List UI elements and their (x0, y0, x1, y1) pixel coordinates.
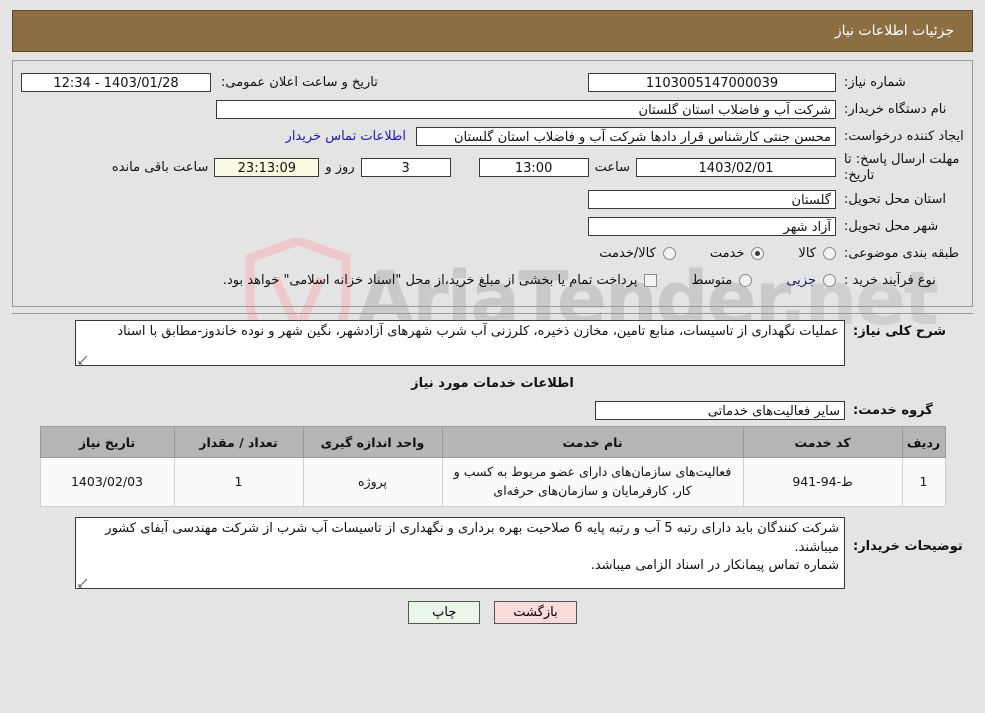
classification-option-khedmat[interactable]: خدمت (710, 246, 765, 261)
row-purchase-type: نوع فرآیند خرید : جزیی متوسط پرداخت تمام… (21, 269, 964, 291)
page-title: جزئیات اطلاعات نیاز (834, 23, 954, 39)
table-header-row: ردیف کد خدمت نام خدمت واحد اندازه گیری ت… (39, 426, 946, 459)
countdown-days-unit: روز و (325, 160, 355, 176)
window-titlebar: جزئیات اطلاعات نیاز (12, 10, 973, 52)
row-classification: طبقه بندی موضوعی: کالا خدمت کالا/خدمت (21, 242, 964, 264)
buyer-org-field[interactable]: شرکت آب و فاضلاب استان گلستان (216, 99, 836, 119)
cell-unit: پروژه (302, 457, 443, 507)
col-unit: واحد اندازه گیری (302, 426, 443, 459)
treasury-checkbox[interactable] (644, 273, 658, 287)
purchase-type-option-motevaset[interactable]: متوسط (691, 272, 753, 288)
col-code: کد خدمت (742, 426, 903, 459)
deadline-label: مهلت ارسال پاسخ: تا تاریخ: (844, 152, 960, 183)
province-field[interactable]: گلستان (588, 189, 836, 209)
row-city: شهر محل تحویل: آزاد شهر (21, 215, 964, 237)
row-description: شرح کلی نیاز: عملیات نگهداری از تاسیسات،… (12, 320, 973, 367)
need-number-field[interactable]: 1103005147000039 (588, 72, 836, 92)
classification-option-label: خدمت (709, 245, 745, 261)
row-service-group: گروه خدمت: سایر فعالیت‌های خدماتی (12, 399, 973, 421)
classification-option-label: کالا (798, 245, 816, 261)
service-group-field[interactable]: سایر فعالیت‌های خدماتی (595, 400, 845, 420)
need-number-label: شماره نیاز: (844, 74, 906, 90)
treasury-note-label: پرداخت تمام یا بخشی از مبلغ خرید،از محل … (222, 272, 638, 288)
cell-code: ط-94-941 (742, 457, 903, 507)
services-table: ردیف کد خدمت نام خدمت واحد اندازه گیری ت… (39, 426, 946, 507)
divider (12, 313, 973, 315)
buyer-org-label: نام دستگاه خریدار: (844, 101, 947, 117)
back-button[interactable]: بازگشت (494, 600, 577, 624)
classification-label: طبقه بندی موضوعی: (844, 245, 960, 261)
radio-jozei-icon[interactable] (823, 273, 836, 287)
countdown-clock-field: 23:13:09 (214, 158, 320, 178)
creator-field[interactable]: محسن جنتی کارشناس قرار دادها شرکت آب و ف… (416, 126, 836, 146)
province-label: استان محل تحویل: (844, 191, 946, 207)
purchase-type-option-label: متوسط (691, 272, 733, 288)
public-announce-label: تاریخ و ساعت اعلان عمومی: (221, 74, 378, 90)
row-creator: ایجاد کننده درخواست: محسن جنتی کارشناس ق… (21, 125, 964, 147)
cell-index: 1 (901, 457, 946, 507)
classification-option-label: کالا/خدمت (599, 245, 656, 261)
row-buyer-org: نام دستگاه خریدار: شرکت آب و فاضلاب استا… (21, 98, 964, 120)
col-quantity: تعداد / مقدار (173, 426, 304, 459)
row-buyer-notes: توضیحات خریدار: شرکت کنندگان باید دارای … (12, 516, 973, 589)
buyer-notes-label: توضیحات خریدار: (853, 538, 963, 554)
row-deadline: مهلت ارسال پاسخ: تا تاریخ: 1403/02/01 سا… (21, 152, 964, 183)
resize-grip-icon (78, 355, 88, 365)
service-group-label: گروه خدمت: (853, 402, 933, 418)
buyer-contact-link[interactable]: اطلاعات تماس خریدار (276, 129, 416, 144)
col-index: ردیف (901, 426, 946, 459)
description-textarea[interactable]: عملیات نگهداری از تاسیسات، منابع تامین، … (75, 320, 845, 367)
cell-name: فعالیت‌های سازمان‌های دارای عضو مربوط به… (441, 457, 744, 507)
print-button[interactable]: چاپ (408, 600, 481, 624)
radio-kala-icon[interactable] (823, 246, 836, 260)
hour-label: ساعت (594, 160, 630, 176)
creator-label: ایجاد کننده درخواست: (844, 128, 964, 144)
purchase-type-option-label: جزیی (786, 272, 816, 288)
radio-khedmat-icon[interactable] (751, 246, 765, 260)
public-announce-field[interactable]: 1403/01/28 - 12:34 (21, 72, 211, 92)
row-need-number: شماره نیاز: 1103005147000039 تاریخ و ساع… (21, 71, 964, 93)
need-summary-panel: شماره نیاز: 1103005147000039 تاریخ و ساع… (12, 60, 973, 308)
radio-kala-khedmat-icon[interactable] (662, 246, 676, 260)
purchase-type-label: نوع فرآیند خرید : (844, 272, 936, 288)
purchase-type-option-jozei[interactable]: جزیی (786, 273, 836, 288)
cell-need-date: 1403/02/03 (39, 457, 175, 507)
row-province: استان محل تحویل: گلستان (21, 188, 964, 210)
resize-grip-icon (78, 578, 88, 588)
countdown-suffix: ساعت باقی مانده (111, 160, 209, 176)
col-name: نام خدمت (441, 426, 744, 459)
col-need-date: تاریخ نیاز (39, 426, 175, 459)
radio-motevaset-icon[interactable] (739, 273, 753, 287)
countdown-days-field: 3 (360, 158, 451, 178)
deadline-date-field[interactable]: 1403/02/01 (636, 158, 836, 178)
footer-button-bar: بازگشت چاپ (0, 600, 985, 624)
classification-option-kala-khedmat[interactable]: کالا/خدمت (599, 246, 676, 261)
cell-quantity: 1 (173, 457, 304, 507)
description-label: شرح کلی نیاز: (853, 324, 947, 340)
treasury-checkbox-group[interactable]: پرداخت تمام یا بخشی از مبلغ خرید،از محل … (223, 273, 658, 288)
services-section-title: اطلاعات خدمات مورد نیاز (411, 376, 574, 392)
buyer-notes-textarea[interactable]: شرکت کنندگان باید دارای رتبه 5 آب و رتبه… (75, 516, 845, 589)
table-row: 1 ط-94-941 فعالیت‌های سازمان‌های دارای ع… (39, 457, 946, 507)
city-label: شهر محل تحویل: (844, 218, 939, 234)
classification-option-kala[interactable]: کالا (798, 246, 836, 261)
deadline-hour-field[interactable]: 13:00 (478, 158, 589, 178)
city-field[interactable]: آزاد شهر (588, 216, 836, 236)
